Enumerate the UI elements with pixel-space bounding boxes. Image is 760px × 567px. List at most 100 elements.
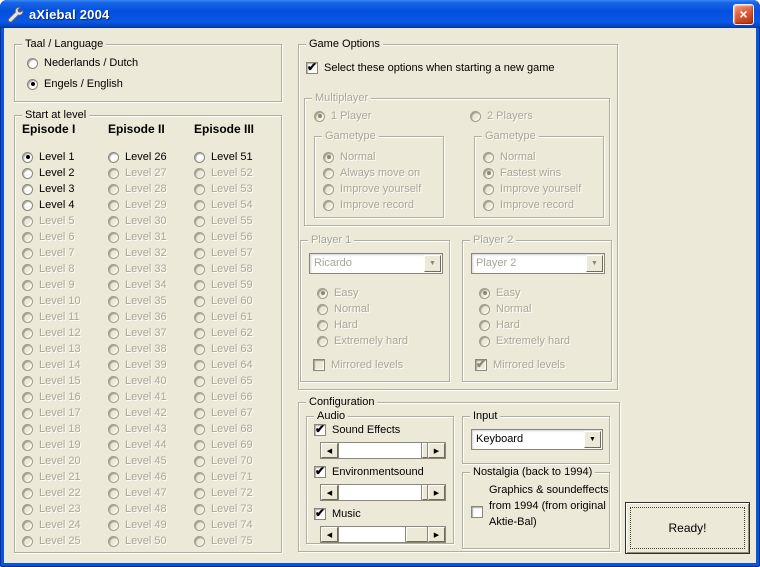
music-checkbox[interactable]: ✔ [314,506,326,520]
input-combo[interactable]: Keyboard ▼ [471,429,603,450]
radio-icon [22,327,33,339]
radio-level-25: Level 25 [22,533,106,549]
radio-icon [483,183,494,195]
scrollbar-thumb[interactable] [406,527,428,542]
radio-level-61: Level 61 [194,309,278,325]
arrow-right-icon[interactable]: ▶ [428,485,445,500]
radio-level-45: Level 45 [108,453,192,469]
title-bar[interactable]: aXiebal 2004 × [0,0,760,28]
radio-level-1[interactable]: Level 1 [22,149,106,165]
radio-level-2[interactable]: Level 2 [22,165,106,181]
radio-hard: Hard [317,317,408,333]
radio-icon [22,247,33,259]
radio-icon [194,311,205,323]
arrow-right-icon[interactable]: ▶ [428,527,445,542]
radio-icon [483,199,494,211]
arrow-left-icon[interactable]: ◀ [321,443,338,458]
radio-normal: Normal [479,301,570,317]
radio-label: Level 2 [39,167,75,179]
radio-icon [317,287,328,299]
radio-label: Improve yourself [500,183,582,195]
radio-label: Level 17 [39,407,81,419]
sound-effects-row[interactable]: ✔ Sound Effects [314,422,400,437]
gametype-right-title: Gametype [482,129,539,143]
radio-easy: Easy [479,285,570,301]
arrow-left-icon[interactable]: ◀ [321,527,338,542]
radio-level-55: Level 55 [194,213,278,229]
radio-label: 1 Player [331,110,372,122]
radio-label: Level 68 [211,423,253,435]
radio-level-50: Level 50 [108,533,192,549]
autostart-label: Select these options when starting a new… [324,62,555,74]
radio-icon [108,231,119,243]
radio-engels-english[interactable]: Engels / English [27,76,138,92]
radio-level-35: Level 35 [108,293,192,309]
radio-label: Hard [334,319,358,331]
radio-label: Level 43 [125,423,167,435]
radio-level-51[interactable]: Level 51 [194,149,278,165]
radio-normal: Normal [323,149,421,165]
radio-level-26[interactable]: Level 26 [108,149,192,165]
environmentsound-row[interactable]: ✔ Environmentsound [314,464,424,479]
radio-label: Normal [496,303,532,315]
arrow-left-icon[interactable]: ◀ [321,485,338,500]
radio-icon [194,519,205,531]
radio-level-4[interactable]: Level 4 [22,197,106,213]
radio-level-52: Level 52 [194,165,278,181]
radio-icon [22,503,33,515]
environmentsound-checkbox[interactable]: ✔ [314,464,326,478]
radio-nederlands-dutch[interactable]: Nederlands / Dutch [27,55,138,71]
close-icon: × [739,5,748,22]
chevron-down-icon[interactable]: ▼ [584,431,601,448]
radio-label: Level 42 [125,407,167,419]
radio-label: Level 75 [211,535,253,547]
radio-level-48: Level 48 [108,501,192,517]
check-icon: ✔ [315,422,326,436]
radio-label: Level 13 [39,343,81,355]
radio-level-23: Level 23 [22,501,106,517]
nostalgia-checkbox[interactable]: ✔ [471,506,483,518]
radio-label: Level 50 [125,535,167,547]
radio-label: Level 25 [39,535,81,547]
radio-icon [22,471,33,483]
radio-label: Level 64 [211,359,253,371]
radio-level-3[interactable]: Level 3 [22,181,106,197]
radio-icon [27,78,38,90]
check-icon: ✔ [476,357,487,371]
radio-level-10: Level 10 [22,293,106,309]
music-slider[interactable]: ◀ ▶ [320,526,446,543]
radio-label: Level 69 [211,439,253,451]
radio-icon [22,487,33,499]
environmentsound-slider[interactable]: ◀ ▶ [320,484,446,501]
radio-icon [22,423,33,435]
check-icon: ✔ [315,464,326,478]
radio-label: Level 52 [211,167,253,179]
sound-effects-slider[interactable]: ◀ ▶ [320,442,446,459]
radio-icon [194,391,205,403]
radio-icon [108,503,119,515]
radio-icon [194,535,205,547]
sound-effects-checkbox[interactable]: ✔ [314,422,326,436]
radio-label: Level 14 [39,359,81,371]
player2-mirrored-row: ✔ Mirrored levels [475,357,565,372]
radio-level-30: Level 30 [108,213,192,229]
radio-level-73: Level 73 [194,501,278,517]
arrow-right-icon[interactable]: ▶ [428,443,445,458]
radio-icon [108,183,119,195]
radio-icon [194,183,205,195]
radio-icon [108,311,119,323]
radio-label: Level 62 [211,327,253,339]
music-row[interactable]: ✔ Music [314,506,361,521]
autostart-checkbox[interactable]: ✔ [306,60,318,74]
language-group-title: Taal / Language [22,37,107,51]
radio-level-53: Level 53 [194,181,278,197]
radio-label: Easy [334,287,359,299]
ready-button[interactable]: Ready! [625,502,750,554]
radio-level-18: Level 18 [22,421,106,437]
radio-level-5: Level 5 [22,213,106,229]
close-button[interactable]: × [733,3,754,25]
episode-1-header: Episode I [22,122,76,136]
radio-icon [194,423,205,435]
autostart-checkbox-row[interactable]: ✔ Select these options when starting a n… [306,60,555,75]
radio-label: Level 57 [211,247,253,259]
